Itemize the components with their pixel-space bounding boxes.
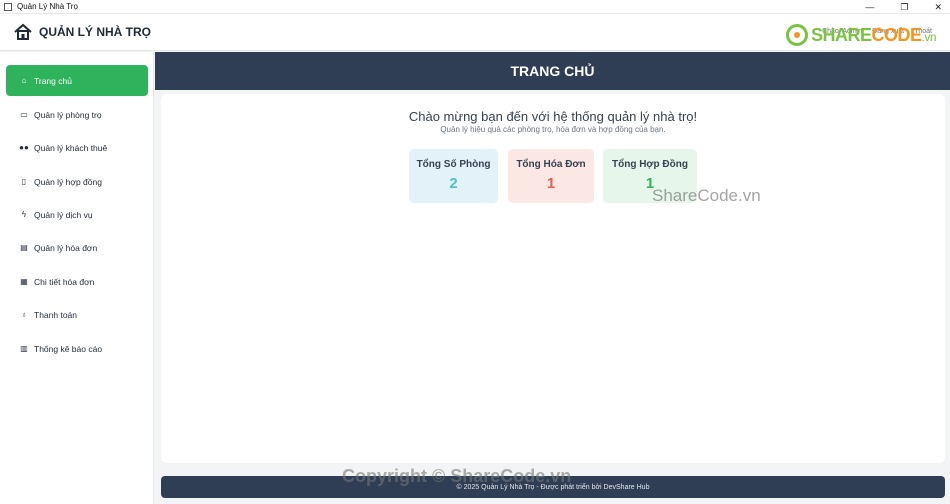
sidebar-item-label: Quản lý hóa đơn — [34, 242, 98, 253]
stat-card-invoices: Tổng Hóa Đơn 1 — [508, 149, 594, 203]
window-title: Quản Lý Nhà Trọ — [17, 2, 78, 11]
welcome-heading: Chào mừng bạn đến với hệ thống quản lý n… — [408, 109, 698, 124]
money-bag-icon: ♁ — [21, 310, 27, 319]
sidebar-item-label: Thống kê báo cáo — [34, 343, 103, 354]
sidebar-item-label: Trang chủ — [34, 75, 72, 86]
document-icon: ▯ — [21, 177, 27, 186]
stat-label: Tổng Hóa Đơn — [516, 159, 586, 170]
sidebar-item-services[interactable]: ϟ Quản lý dịch vụ — [6, 199, 148, 230]
copyright-watermark: Copyright © ShareCode.vn — [342, 466, 572, 486]
sidebar-item-rooms[interactable]: ▭ Quản lý phòng trọ — [6, 99, 148, 130]
sidebar-item-payments[interactable]: ♁ Thanh toán — [6, 299, 148, 330]
window-titlebar: Quản Lý Nhà Trọ — ❐ ✕ — [0, 0, 950, 14]
app-icon — [4, 2, 12, 11]
bolt-icon: ϟ — [21, 210, 27, 219]
bed-icon: ▭ — [20, 110, 28, 119]
clipboard-icon: ▦ — [20, 277, 28, 286]
sharecode-logo-icon — [785, 24, 808, 46]
stat-card-rooms: Tổng Số Phòng 2 — [409, 149, 498, 203]
sidebar-item-label: Thanh toán — [34, 309, 78, 320]
window-controls: — ❐ ✕ — [865, 0, 942, 14]
sidebar-item-tenants[interactable]: ●● Quản lý khách thuê — [6, 132, 148, 163]
sidebar-item-reports[interactable]: ▥ Thống kê báo cáo — [6, 333, 148, 364]
page-title: TRANG CHỦ — [510, 63, 595, 79]
app-brand: QUẢN LÝ NHÀ TRỌ — [39, 25, 151, 39]
maximize-button[interactable]: ❐ — [900, 2, 908, 13]
receipt-icon: ▤ — [20, 243, 28, 252]
sharecode-logo-text: SHARECODE.vn — [810, 24, 937, 45]
sidebar: ⌂ Trang chủ ▭ Quản lý phòng trọ ●● Quản … — [0, 52, 154, 504]
sidebar-item-contracts[interactable]: ▯ Quản lý hợp đồng — [6, 166, 148, 197]
stat-value: 2 — [449, 175, 458, 192]
minimize-button[interactable]: — — [865, 2, 874, 12]
sidebar-item-label: Quản lý phòng trọ — [34, 109, 102, 120]
sidebar-item-label: Quản lý dịch vụ — [34, 209, 93, 220]
home-icon — [14, 23, 32, 40]
bar-chart-icon: ▥ — [20, 344, 28, 353]
welcome-subtitle: Quản lý hiệu quả các phòng trọ, hóa đơn … — [440, 125, 666, 134]
stat-label: Tổng Số Phòng — [416, 159, 491, 170]
close-button[interactable]: ✕ — [934, 2, 942, 13]
sidebar-item-label: Quản lý hợp đồng — [34, 176, 102, 187]
home-icon: ⌂ — [21, 76, 27, 85]
sidebar-item-label: Chi tiết hóa đơn — [34, 276, 95, 287]
main-content: Chào mừng bạn đến với hệ thống quản lý n… — [161, 94, 945, 463]
sidebar-item-label: Quản lý khách thuê — [34, 142, 108, 153]
sidebar-item-invoice-details[interactable]: ▦ Chi tiết hóa đơn — [6, 266, 148, 297]
stat-label: Tổng Hợp Đồng — [612, 159, 688, 170]
sidebar-item-home[interactable]: ⌂ Trang chủ — [6, 65, 148, 96]
users-icon: ●● — [19, 143, 29, 152]
page-header: TRANG CHỦ — [155, 52, 950, 90]
sidebar-item-invoices[interactable]: ▤ Quản lý hóa đơn — [6, 232, 148, 263]
app-header: QUẢN LÝ NHÀ TRỌ Chào, Admin Đăng xuất Th… — [0, 14, 950, 51]
watermark-text: ShareCode.vn — [652, 186, 761, 205]
stat-value: 1 — [546, 175, 556, 192]
sharecode-logo: SHARECODE.vn — [785, 24, 937, 46]
